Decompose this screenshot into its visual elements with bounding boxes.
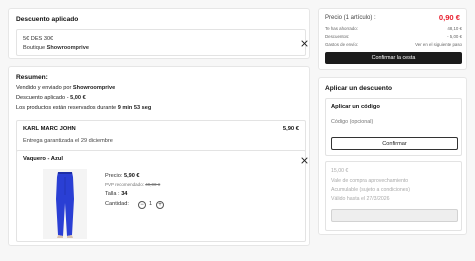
summary-title: Resumen: — [16, 74, 48, 81]
discount-code-input[interactable] — [331, 117, 458, 127]
discounts-label: Descuentos: — [325, 34, 350, 39]
price-header: Precio (1 artículo) : — [325, 15, 376, 21]
shipping-row: Gastos de envío: Ver en el siguiente pas… — [325, 42, 462, 49]
discount-applied-prefix: Descuento aplicado - — [16, 95, 69, 101]
voucher-description: Vale de compra aprovechamiento — [331, 178, 409, 184]
discount-applied-line: Descuento aplicado - 5,00 € — [16, 95, 86, 101]
confirm-cart-button[interactable]: Confirmar la cesta — [325, 52, 462, 64]
product-price: 5,90 € — [123, 173, 140, 179]
product-name: Vaquero - Azul — [23, 156, 64, 162]
price-label: Precio: — [105, 173, 123, 179]
sold-by-line: Vendido y enviado por Showroomprive — [16, 85, 115, 91]
sold-by-name: Showroomprive — [72, 85, 116, 91]
quantity-value: 1 — [149, 201, 153, 207]
savings-label: Te has ahorrado: — [325, 26, 358, 31]
vendor-price: 5,90 € — [282, 126, 299, 132]
applied-discount-box: 5€ DES 30€ Boutique Showroomprive — [16, 29, 309, 56]
quantity-label: Cantidad: — [105, 201, 129, 207]
savings-value: 48,10 € — [447, 26, 462, 31]
product-image[interactable] — [43, 169, 87, 239]
apply-discount-title: Aplicar un descuento — [325, 85, 393, 92]
boutique-name: Showroomprive — [46, 45, 89, 51]
summary-card: Resumen: Vendido y enviado por Showroomp… — [8, 66, 310, 246]
jeans-image — [56, 172, 74, 238]
boutique-prefix: Boutique — [23, 45, 46, 51]
discounts-value: - 5,00 € — [447, 34, 462, 39]
quantity-increase-button[interactable]: + — [156, 201, 164, 209]
applied-discount-card: Descuento aplicado 5€ DES 30€ Boutique S… — [8, 8, 310, 59]
remove-product-button[interactable] — [299, 155, 309, 165]
shipping-value: Ver en el siguiente paso — [415, 42, 462, 47]
remove-discount-button[interactable] — [299, 38, 309, 48]
shipping-label: Gastos de envío: — [325, 42, 359, 47]
discount-applied-value: 5,00 € — [70, 95, 86, 101]
apply-code-button[interactable]: Confirmar — [331, 137, 458, 150]
size-line: Talla : 34 — [105, 191, 127, 197]
reservation-line: Los productos están reservados durante 9… — [16, 105, 151, 111]
pvp-price: 49,00 € — [145, 182, 161, 187]
delivery-date: Entrega garantizada el 29 diciembre — [23, 138, 113, 144]
size-value: 34 — [121, 191, 128, 197]
use-voucher-button[interactable] — [331, 209, 458, 222]
reservation-prefix: Los productos están reservados durante — [16, 105, 117, 111]
applied-discount-title: Descuento aplicado — [16, 16, 79, 23]
discount-boutique: Boutique Showroomprive — [23, 45, 89, 51]
apply-discount-card: Aplicar un descuento Aplicar un código C… — [318, 77, 467, 235]
voucher-amount: 15,00 € — [331, 168, 349, 174]
price-total: 0,90 € — [438, 13, 460, 22]
vendor-row: KARL MARC JOHN 5,90 € — [23, 126, 299, 136]
close-icon — [300, 156, 308, 164]
close-icon — [300, 39, 308, 47]
voucher-validity: Válido hasta el 27/3/2026 — [331, 196, 390, 202]
pvp-line: PVP recomendado: 49,00 € — [105, 182, 160, 187]
pvp-label: PVP recomendado: — [105, 182, 144, 187]
savings-row: Te has ahorrado: 48,10 € — [325, 26, 462, 33]
product-price-line: Precio: 5,90 € — [105, 173, 140, 179]
quantity-decrease-button[interactable]: − — [138, 201, 146, 209]
sold-by-prefix: Vendido y enviado por — [16, 85, 72, 91]
vendor-name: KARL MARC JOHN — [23, 126, 76, 132]
reservation-timer: 9 min 53 seg — [117, 105, 152, 111]
size-label: Talla : — [105, 191, 120, 197]
discount-code-box: Aplicar un código Confirmar — [325, 98, 462, 156]
price-summary-card: Precio (1 artículo) : 0,90 € Te has ahor… — [318, 8, 467, 70]
discount-code: 5€ DES 30€ — [23, 36, 54, 42]
voucher-note: Acumulable (sujeto a condiciones) — [331, 187, 411, 193]
apply-code-title: Aplicar un código — [331, 104, 380, 110]
voucher-box: 15,00 € Vale de compra aprovechamiento A… — [325, 161, 462, 231]
product-item: Vaquero - Azul Precio: 5,90 € PVP recome… — [16, 150, 309, 242]
discounts-row: Descuentos: - 5,00 € — [325, 34, 462, 41]
